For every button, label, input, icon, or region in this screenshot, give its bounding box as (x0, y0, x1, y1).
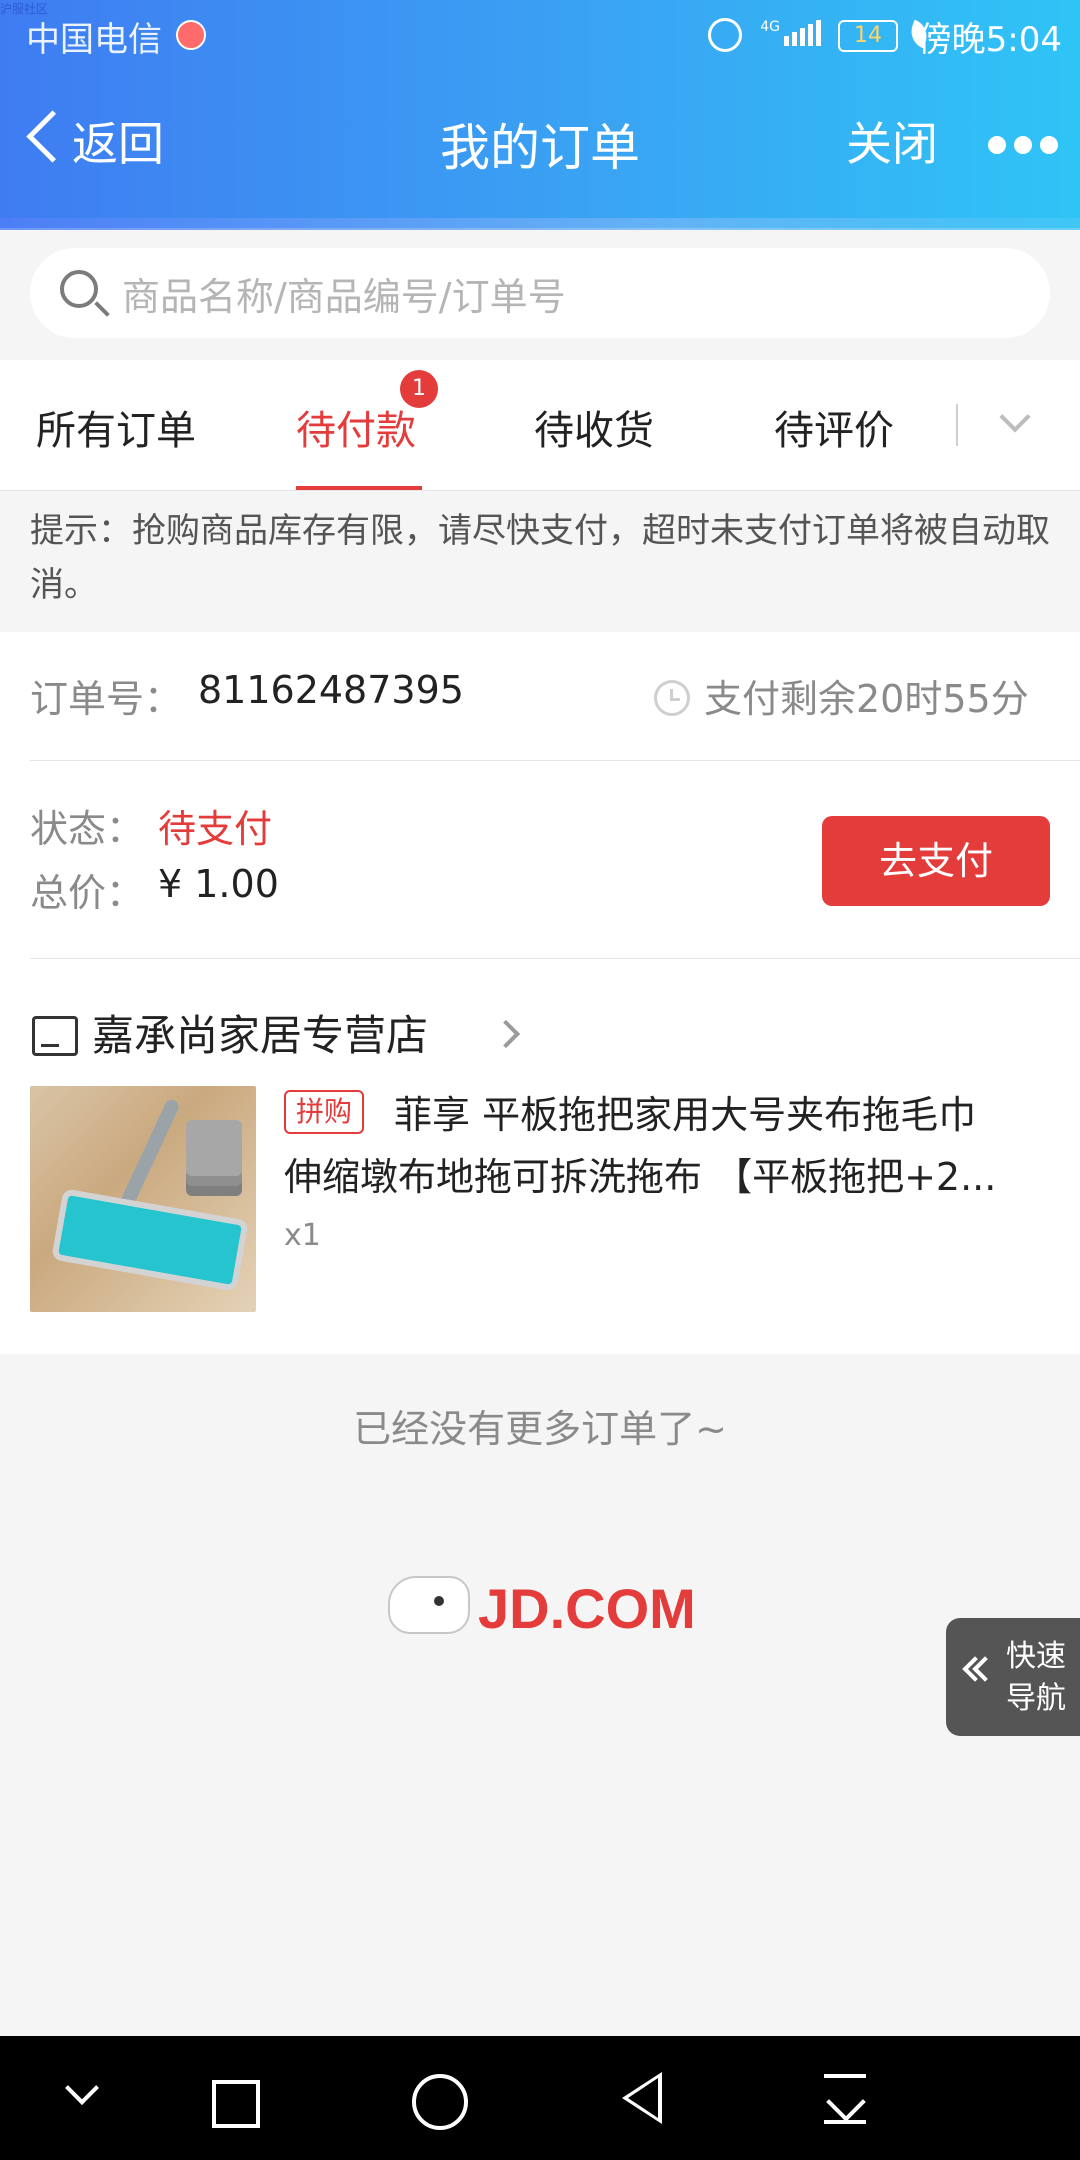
more-dot-icon (1014, 136, 1032, 154)
store-icon (32, 1016, 78, 1056)
order-number-label: 订单号： (30, 677, 183, 721)
product-quantity: x1 (284, 1218, 321, 1253)
signal-icon (784, 20, 821, 46)
more-dot-icon (988, 136, 1006, 154)
tab-pending-review[interactable]: 待评价 (774, 398, 894, 456)
carrier-label: 中国电信 (26, 20, 162, 60)
payment-countdown: 支付剩余20时55分 (704, 677, 1029, 721)
status-time: 傍晚5:04 (917, 20, 1062, 60)
more-options-button[interactable] (988, 136, 1080, 156)
mop-cloths-shape (186, 1120, 242, 1176)
status-value: 待支付 (158, 807, 273, 851)
recent-apps-icon[interactable] (212, 2080, 260, 2128)
search-icon (60, 270, 98, 308)
double-chevron-left-icon (962, 1656, 998, 1694)
network-type: 4G (760, 19, 780, 35)
order-number: 81162487395 (198, 668, 464, 712)
jd-logo: JD.COM (388, 1566, 708, 1656)
active-tab-underline (296, 486, 422, 490)
chevron-down-icon[interactable] (999, 401, 1031, 433)
clock-icon (654, 680, 690, 716)
group-buy-tag: 拼购 (284, 1090, 365, 1134)
product-title-line1[interactable]: 菲享 平板拖把家用大号夹布拖毛巾 (394, 1084, 1044, 1139)
status-label: 状态： (30, 807, 145, 851)
chevron-right-icon[interactable] (491, 1019, 521, 1049)
total-label: 总价： (30, 871, 145, 915)
tab-pending-receipt[interactable]: 待收货 (534, 398, 654, 456)
product-title-line2[interactable]: 伸缩墩布地拖可拆洗拖布 【平板拖把+2... (284, 1146, 1050, 1201)
jd-logo-text: JD.COM (478, 1577, 696, 1640)
tip-banner: 提示：抢购商品库存有限，请尽快支付，超时未支付订单将被自动取消。 (0, 492, 1080, 630)
search-area: 商品名称/商品编号/订单号 (0, 230, 1080, 360)
store-name[interactable]: 嘉承尚家居专营店 (92, 1002, 428, 1063)
product-image[interactable] (30, 1086, 256, 1312)
battery-icon: 14 (838, 20, 898, 52)
pay-button[interactable]: 去支付 (822, 816, 1050, 906)
back-icon[interactable] (622, 2072, 662, 2124)
jd-dog-icon (388, 1576, 470, 1634)
card-divider (30, 760, 1080, 761)
search-placeholder: 商品名称/商品编号/订单号 (122, 275, 566, 319)
alarm-icon (708, 18, 742, 52)
tab-all-orders[interactable]: 所有订单 (36, 398, 196, 456)
close-button[interactable]: 关闭 (846, 108, 938, 174)
status-bar: 沪服社区 中国电信 4G 14 傍晚5:04 (0, 0, 1080, 70)
tab-pending-payment[interactable]: 待付款 (296, 398, 416, 456)
tip-text: 提示：抢购商品库存有限，请尽快支付，超时未支付订单将被自动取消。 (30, 511, 1050, 605)
no-more-orders-text: 已经没有更多订单了~ (353, 1407, 727, 1451)
tabs-divider (956, 404, 958, 446)
carrier-badge-icon (176, 20, 206, 50)
app-header: 返回 我的订单 关闭 (0, 72, 1080, 220)
home-icon[interactable] (412, 2074, 468, 2130)
quick-nav-label: 快速导航 (1006, 1639, 1066, 1716)
quick-nav-button[interactable]: 快速导航 (946, 1618, 1080, 1736)
battery-level: 14 (854, 23, 882, 48)
card-divider (30, 958, 1080, 959)
search-input[interactable]: 商品名称/商品编号/订单号 (30, 248, 1050, 338)
pending-count-badge: 1 (400, 370, 438, 408)
chevron-down-icon[interactable] (65, 2071, 99, 2105)
order-card: 订单号： 81162487395 支付剩余20时55分 状态： 待支付 总价： … (0, 632, 1080, 1354)
total-value: ¥ 1.00 (158, 862, 279, 906)
mop-head-shape (51, 1188, 249, 1292)
notification-pull-icon[interactable] (820, 2070, 870, 2126)
order-tabs: 所有订单 待付款 1 待收货 待评价 (0, 360, 1080, 491)
more-dot-icon (1040, 136, 1058, 154)
system-navigation-bar (0, 2036, 1080, 2160)
